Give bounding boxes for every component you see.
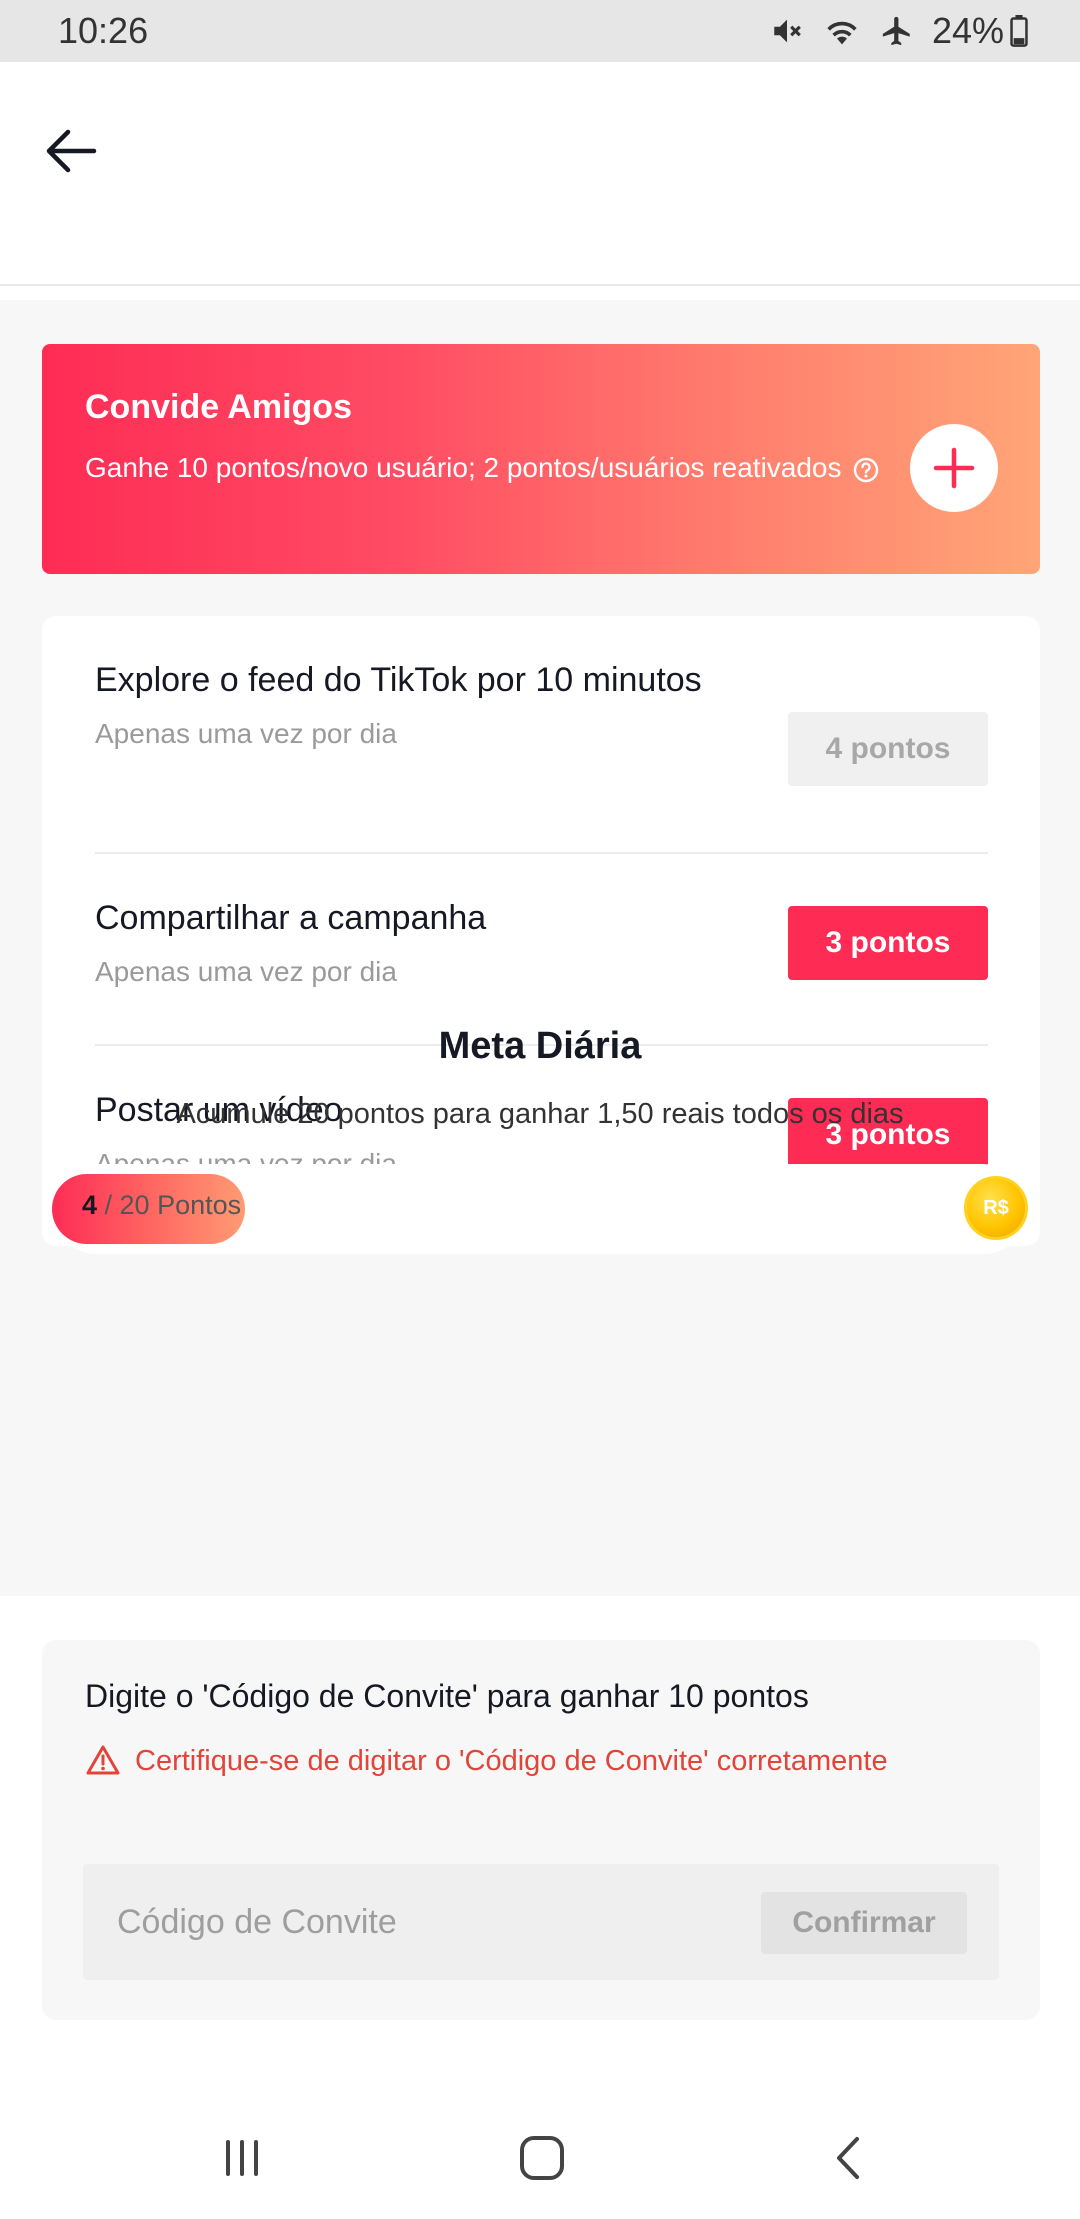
invite-friends-banner[interactable]: Convide Amigos Ganhe 10 pontos/novo usuá… bbox=[42, 344, 1040, 574]
progress-total: / 20 Pontos bbox=[97, 1190, 242, 1220]
system-navigation-bar bbox=[0, 2100, 1080, 2219]
progress-label: 4 / 20 Pontos bbox=[82, 1190, 241, 1221]
battery-percent: 24% bbox=[931, 10, 1004, 51]
plus-icon bbox=[933, 447, 975, 489]
invite-code-warning: Certifique-se de digitar o 'Código de Co… bbox=[85, 1740, 945, 1782]
recent-apps-button[interactable] bbox=[202, 2128, 282, 2188]
status-bar: 10:26 24% bbox=[0, 0, 1080, 62]
invite-code-input[interactable] bbox=[83, 1864, 763, 1980]
battery-indicator: 24% bbox=[932, 10, 1028, 52]
battery-icon bbox=[1010, 15, 1028, 47]
home-icon bbox=[520, 2136, 564, 2180]
rewards-content: Convide Amigos Ganhe 10 pontos/novo usuá… bbox=[0, 300, 1080, 1596]
mute-icon bbox=[774, 19, 801, 43]
help-icon[interactable] bbox=[853, 457, 879, 483]
arrow-left-icon bbox=[46, 129, 97, 173]
invite-code-card: Digite o 'Código de Convite' para ganhar… bbox=[42, 1640, 1040, 2020]
chevron-left-icon bbox=[837, 2137, 859, 2179]
warning-text: Certifique-se de digitar o 'Código de Co… bbox=[135, 1745, 888, 1777]
coin-reward-icon: R$ bbox=[964, 1176, 1028, 1240]
task-title: Explore o feed do TikTok por 10 minutos bbox=[95, 661, 702, 699]
status-time: 10:26 bbox=[58, 10, 149, 51]
airplane-icon bbox=[882, 16, 910, 46]
daily-goal-title: Meta Diária bbox=[438, 1025, 642, 1067]
daily-goal-subtitle: Acumule 20 pontos para ganhar 1,50 reais… bbox=[176, 1098, 904, 1130]
invite-code-title: Digite o 'Código de Convite' para ganhar… bbox=[85, 1678, 809, 1714]
coin-label: R$ bbox=[983, 1196, 1009, 1219]
recent-apps-icon bbox=[226, 2140, 258, 2176]
invite-description: Ganhe 10 pontos/novo usuário; 2 pontos/u… bbox=[85, 448, 885, 488]
task-points-button[interactable]: 4 pontos bbox=[788, 712, 988, 786]
back-button[interactable] bbox=[36, 116, 106, 186]
progress-current: 4 bbox=[82, 1190, 98, 1220]
system-back-button[interactable] bbox=[808, 2128, 888, 2188]
daily-goal-progress: 4 / 20 Pontos R$ bbox=[52, 1164, 1028, 1254]
tasks-card: Explore o feed do TikTok por 10 minutos … bbox=[42, 616, 1040, 1246]
status-icons: 24% bbox=[770, 10, 1028, 52]
wifi-icon bbox=[827, 21, 857, 45]
add-friend-button[interactable] bbox=[910, 424, 998, 512]
confirm-button[interactable]: Confirmar bbox=[761, 1892, 967, 1954]
invite-title: Convide Amigos bbox=[85, 388, 352, 426]
invite-code-field: Confirmar bbox=[83, 1864, 999, 1980]
invite-description-text: Ganhe 10 pontos/novo usuário; 2 pontos/u… bbox=[85, 452, 842, 483]
task-title: Compartilhar a campanha bbox=[95, 899, 487, 937]
divider bbox=[95, 852, 988, 854]
task-item: Compartilhar a campanha Apenas uma vez p… bbox=[95, 894, 988, 988]
home-button[interactable] bbox=[502, 2128, 582, 2188]
task-points-button[interactable]: 3 pontos bbox=[788, 906, 988, 980]
warning-icon bbox=[86, 1745, 120, 1775]
top-bar bbox=[0, 62, 1080, 286]
task-item: Explore o feed do TikTok por 10 minutos … bbox=[95, 656, 988, 786]
